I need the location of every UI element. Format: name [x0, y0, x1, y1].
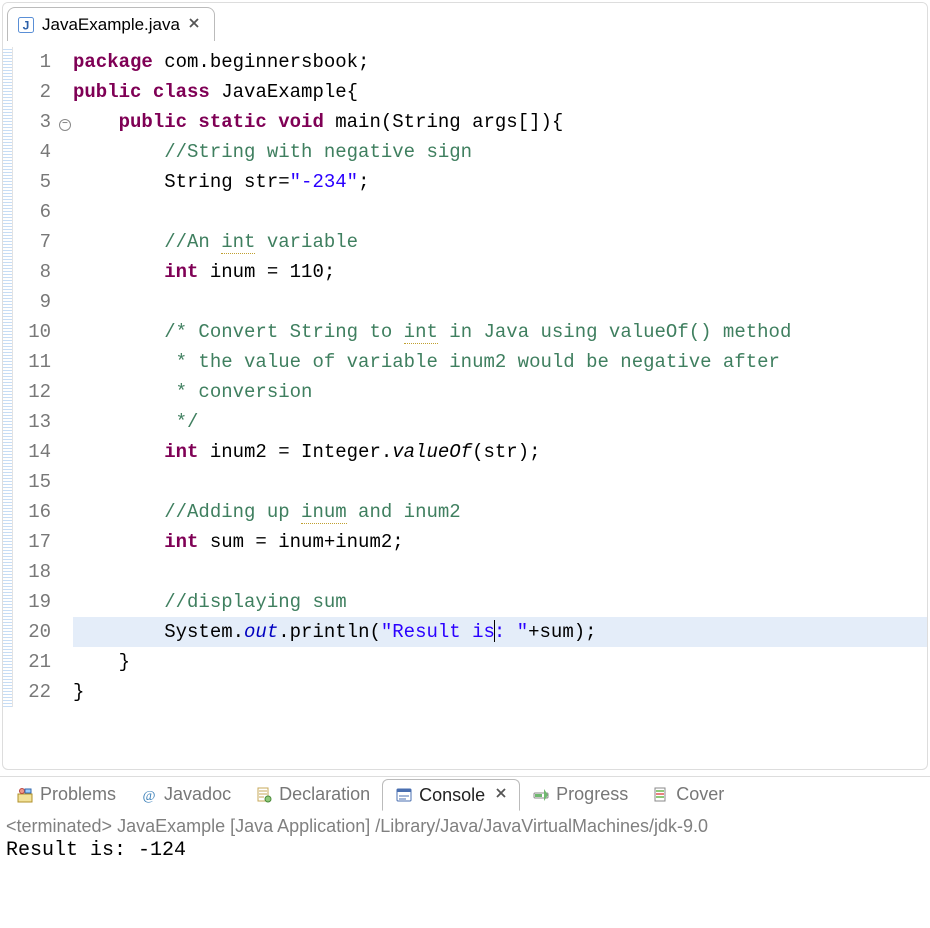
code-editor[interactable]: 12345678910111213141516171819202122 − pa…	[3, 41, 927, 707]
code-line[interactable]: * the value of variable inum2 would be n…	[73, 347, 927, 377]
editor-tab-title: JavaExample.java	[42, 15, 180, 35]
tab-label: Console	[419, 785, 485, 806]
tab-javadoc[interactable]: @ Javadoc	[128, 779, 243, 811]
code-line[interactable]	[73, 287, 927, 317]
tab-problems[interactable]: Problems	[4, 779, 128, 811]
code-line[interactable]: int inum = 110;	[73, 257, 927, 287]
annotation-gutter: −	[59, 47, 73, 707]
code-line[interactable]: //displaying sum	[73, 587, 927, 617]
line-number-gutter: 12345678910111213141516171819202122	[13, 47, 59, 707]
coverage-icon	[652, 786, 670, 804]
editor-tab-bar: J JavaExample.java	[3, 3, 927, 41]
code-line[interactable]: package com.beginnersbook;	[73, 47, 927, 77]
code-line[interactable]: //Adding up inum and inum2	[73, 497, 927, 527]
problems-icon	[16, 786, 34, 804]
tab-label: Progress	[556, 784, 628, 805]
bottom-panel: Problems @ Javadoc Declaration	[0, 776, 930, 866]
javadoc-icon: @	[140, 786, 158, 804]
declaration-icon	[255, 786, 273, 804]
code-lines[interactable]: package com.beginnersbook;public class J…	[73, 47, 927, 707]
progress-icon	[532, 786, 550, 804]
tab-console[interactable]: Console	[382, 779, 520, 811]
code-line[interactable]: /* Convert String to int in Java using v…	[73, 317, 927, 347]
tab-coverage[interactable]: Cover	[640, 779, 736, 811]
editor-tab-active[interactable]: J JavaExample.java	[7, 7, 215, 41]
close-icon[interactable]	[188, 16, 200, 34]
tab-declaration[interactable]: Declaration	[243, 779, 382, 811]
svg-text:@: @	[143, 789, 156, 803]
code-line[interactable]: * conversion	[73, 377, 927, 407]
code-line[interactable]: }	[73, 677, 927, 707]
tab-label: Declaration	[279, 784, 370, 805]
code-line[interactable]	[73, 557, 927, 587]
code-line[interactable]: public static void main(String args[]){	[73, 107, 927, 137]
tab-label: Problems	[40, 784, 116, 805]
fold-toggle-icon[interactable]: −	[59, 119, 71, 131]
console-view[interactable]: <terminated> JavaExample [Java Applicati…	[0, 812, 930, 866]
code-line[interactable]: }	[73, 647, 927, 677]
code-line[interactable]: //String with negative sign	[73, 137, 927, 167]
console-status-line: <terminated> JavaExample [Java Applicati…	[6, 816, 924, 837]
code-line[interactable]: int sum = inum+inum2;	[73, 527, 927, 557]
code-line[interactable]	[73, 197, 927, 227]
close-icon[interactable]	[495, 786, 507, 804]
console-output-line: Result is: -124	[6, 839, 924, 862]
code-line[interactable]: //An int variable	[73, 227, 927, 257]
java-file-icon: J	[18, 17, 34, 33]
bottom-tab-bar: Problems @ Javadoc Declaration	[0, 776, 930, 812]
code-line[interactable]: String str="-234";	[73, 167, 927, 197]
tab-label: Cover	[676, 784, 724, 805]
editor-pane: J JavaExample.java 123456789101112131415…	[2, 2, 928, 770]
code-line[interactable]: public class JavaExample{	[73, 77, 927, 107]
fold-ruler	[3, 47, 13, 707]
code-line[interactable]: */	[73, 407, 927, 437]
tab-progress[interactable]: Progress	[520, 779, 640, 811]
svg-text:J: J	[23, 18, 30, 32]
console-icon	[395, 786, 413, 804]
code-line[interactable]: System.out.println("Result is: "+sum);	[73, 617, 927, 647]
code-line[interactable]: int inum2 = Integer.valueOf(str);	[73, 437, 927, 467]
code-line[interactable]	[73, 467, 927, 497]
tab-label: Javadoc	[164, 784, 231, 805]
